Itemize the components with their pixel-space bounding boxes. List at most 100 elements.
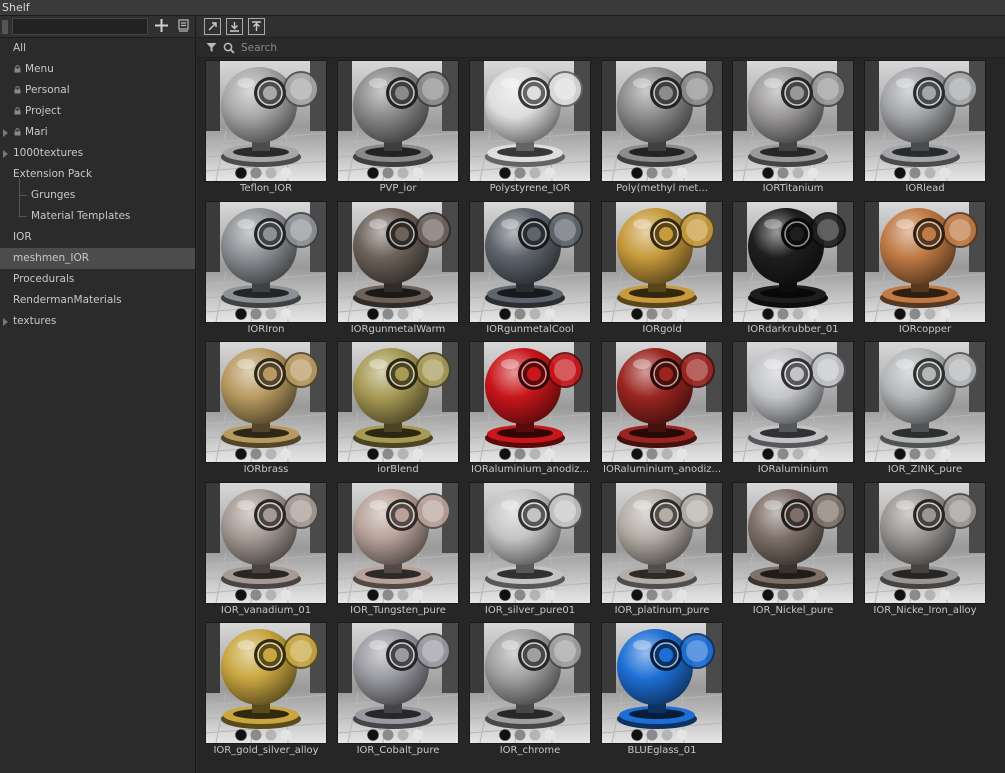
material-label: IORTitanium bbox=[762, 183, 824, 194]
material-tile[interactable]: IORaluminium bbox=[732, 341, 854, 476]
material-thumbnail bbox=[205, 482, 327, 604]
tree-item[interactable]: RendermanMaterials bbox=[0, 290, 195, 311]
material-thumbnail bbox=[864, 341, 986, 463]
material-label: IOR_Nicke_Iron_alloy bbox=[873, 605, 977, 616]
material-thumbnail bbox=[337, 622, 459, 744]
material-label: BLUEglass_01 bbox=[627, 745, 697, 756]
expand-arrow-icon[interactable] bbox=[3, 150, 8, 158]
material-tile[interactable]: IOR_chrome bbox=[469, 622, 591, 757]
search-bar bbox=[197, 38, 1005, 58]
material-tile[interactable]: IORcopper bbox=[864, 201, 986, 336]
material-label: IOR_Tungsten_pure bbox=[350, 605, 446, 616]
material-tile[interactable]: IOR_Nickel_pure bbox=[732, 482, 854, 617]
material-tile[interactable]: IOR_Cobalt_pure bbox=[337, 622, 459, 757]
load-button[interactable] bbox=[248, 18, 265, 35]
material-tile[interactable]: IORbrass bbox=[205, 341, 327, 476]
material-tile[interactable]: Teflon_IOR bbox=[205, 60, 327, 195]
material-label: IOR_chrome bbox=[499, 745, 561, 756]
tree-item[interactable]: Personal bbox=[0, 80, 195, 101]
tree-item[interactable]: Mari bbox=[0, 122, 195, 143]
material-label: IOR_ZINK_pure bbox=[887, 464, 963, 475]
material-tile[interactable]: IOR_Tungsten_pure bbox=[337, 482, 459, 617]
material-thumbnail bbox=[601, 482, 723, 604]
tree-branch-line bbox=[19, 195, 27, 196]
material-tile[interactable]: IORaluminium_anodiz... bbox=[469, 341, 591, 476]
expand-arrow-icon[interactable] bbox=[3, 129, 8, 137]
tree-item[interactable]: Grunges bbox=[0, 185, 195, 206]
material-tile[interactable]: Poly(methyl met... bbox=[601, 60, 723, 195]
filter-icon[interactable] bbox=[206, 42, 217, 56]
add-shelf-button[interactable] bbox=[153, 18, 170, 35]
material-label: IOR_platinum_pure bbox=[614, 605, 710, 616]
material-tile[interactable]: PVP_ior bbox=[337, 60, 459, 195]
material-tile[interactable]: IOR_vanadium_01 bbox=[205, 482, 327, 617]
tree-item[interactable]: Project bbox=[0, 101, 195, 122]
material-thumbnail bbox=[864, 482, 986, 604]
tree-item[interactable]: IOR bbox=[0, 227, 195, 248]
material-label: IOR_gold_silver_alloy bbox=[213, 745, 319, 756]
search-input[interactable] bbox=[241, 39, 991, 56]
shelf-name-field[interactable] bbox=[12, 18, 148, 35]
tree-item[interactable]: meshmen_IOR bbox=[0, 248, 195, 269]
material-thumbnail bbox=[337, 60, 459, 182]
material-tile[interactable]: IOR_ZINK_pure bbox=[864, 341, 986, 476]
tree-item-label: Mari bbox=[25, 126, 48, 138]
material-thumbnail bbox=[205, 60, 327, 182]
material-thumbnail bbox=[601, 341, 723, 463]
save-icon bbox=[227, 19, 242, 34]
material-label: PVP_ior bbox=[379, 183, 417, 194]
material-tile[interactable]: IOR_silver_pure01 bbox=[469, 482, 591, 617]
material-thumbnail bbox=[601, 622, 723, 744]
material-tile[interactable]: IORIron bbox=[205, 201, 327, 336]
material-label: IOR_Nickel_pure bbox=[752, 605, 834, 616]
material-label: IORIron bbox=[247, 324, 285, 335]
shelf-content: Teflon_IOR PVP_ior Polystyrene_IOR Poly(met… bbox=[197, 16, 1005, 773]
plus-icon bbox=[154, 19, 169, 37]
shelf-titlebar: Shelf bbox=[0, 0, 1005, 16]
material-thumbnail bbox=[601, 201, 723, 323]
lock-icon bbox=[14, 86, 21, 94]
material-tile[interactable]: IORlead bbox=[864, 60, 986, 195]
lock-icon bbox=[14, 65, 21, 73]
material-label: IORgunmetalCool bbox=[486, 324, 574, 335]
shelf-options-button[interactable] bbox=[175, 18, 192, 35]
material-label: IORgold bbox=[642, 324, 682, 335]
material-tile[interactable]: Polystyrene_IOR bbox=[469, 60, 591, 195]
material-tile[interactable]: IORgunmetalCool bbox=[469, 201, 591, 336]
tree-item-label: meshmen_IOR bbox=[13, 252, 90, 264]
export-button[interactable] bbox=[204, 18, 221, 35]
material-tile[interactable]: IORaluminium_anodiz... bbox=[601, 341, 723, 476]
material-label: IORlead bbox=[905, 183, 945, 194]
material-label: IOR_Cobalt_pure bbox=[356, 745, 440, 756]
tree-item[interactable]: Extension Pack bbox=[0, 164, 195, 185]
tree-item[interactable]: Material Templates bbox=[0, 206, 195, 227]
material-thumbnail bbox=[205, 341, 327, 463]
material-tile[interactable]: IOR_gold_silver_alloy bbox=[205, 622, 327, 757]
tree-item-label: All bbox=[13, 42, 27, 54]
material-label: IORaluminium_anodiz... bbox=[603, 464, 722, 475]
material-tile[interactable]: IORdarkrubber_01 bbox=[732, 201, 854, 336]
material-tile[interactable]: IORgold bbox=[601, 201, 723, 336]
tree-item[interactable]: textures bbox=[0, 311, 195, 332]
tree-item[interactable]: 1000textures bbox=[0, 143, 195, 164]
save-button[interactable] bbox=[226, 18, 243, 35]
material-label: IORbrass bbox=[243, 464, 289, 475]
material-tile[interactable]: IOR_platinum_pure bbox=[601, 482, 723, 617]
material-label: iorBlend bbox=[377, 464, 419, 475]
window-title: Shelf bbox=[2, 1, 30, 14]
material-thumbnail bbox=[337, 341, 459, 463]
expand-arrow-icon[interactable] bbox=[3, 318, 8, 326]
material-tile[interactable]: iorBlend bbox=[337, 341, 459, 476]
material-tile[interactable]: IORTitanium bbox=[732, 60, 854, 195]
material-thumbnail bbox=[864, 60, 986, 182]
panel-grip-handle[interactable] bbox=[2, 20, 8, 34]
tree-item[interactable]: Menu bbox=[0, 59, 195, 80]
material-tile[interactable]: IOR_Nicke_Iron_alloy bbox=[864, 482, 986, 617]
tree-item[interactable]: All bbox=[0, 38, 195, 59]
material-tile[interactable]: IORgunmetalWarm bbox=[337, 201, 459, 336]
material-thumbnail bbox=[469, 60, 591, 182]
tree-item-label: Personal bbox=[25, 84, 70, 96]
material-label: IORaluminium_anodiz... bbox=[471, 464, 590, 475]
material-tile[interactable]: BLUEglass_01 bbox=[601, 622, 723, 757]
tree-item[interactable]: Procedurals bbox=[0, 269, 195, 290]
